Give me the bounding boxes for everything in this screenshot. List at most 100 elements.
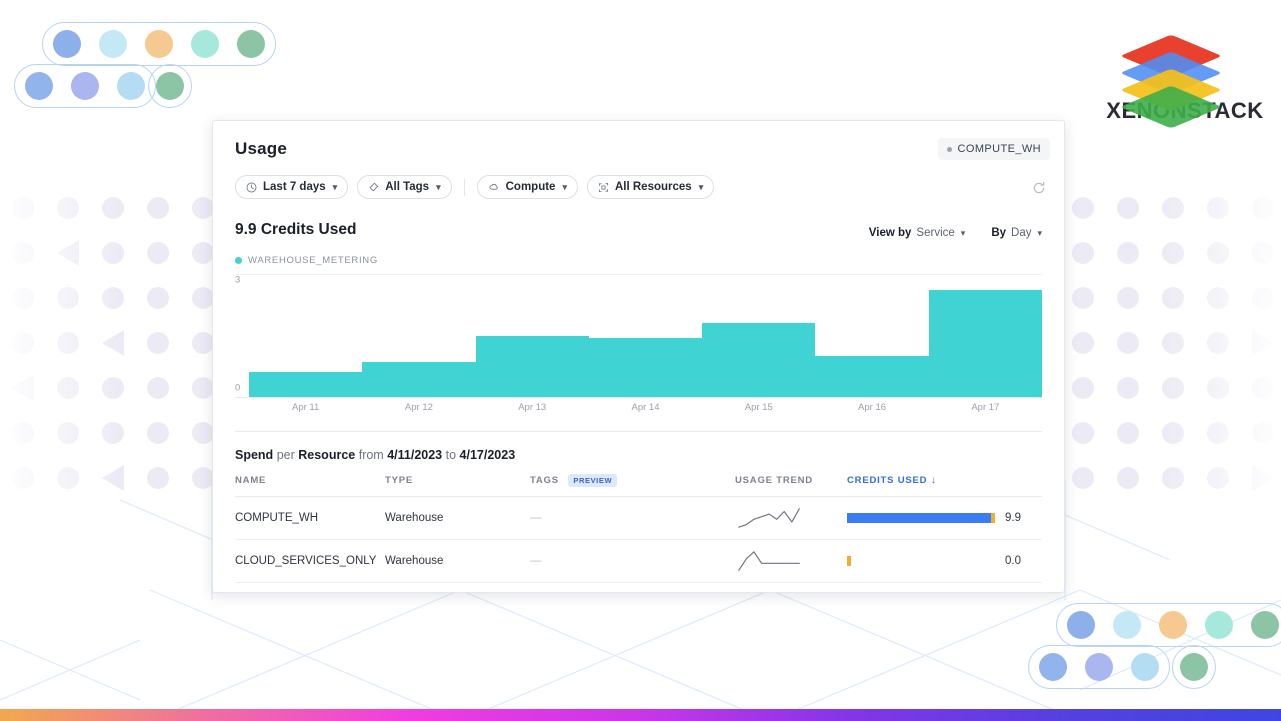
- decor-dot: [237, 30, 265, 58]
- bar-apr-14[interactable]: [589, 338, 702, 397]
- decor-dot: [12, 422, 34, 444]
- view-by-service-dropdown[interactable]: View by Service ▾: [869, 227, 966, 239]
- decor-dot: [12, 287, 34, 309]
- decor-dot: [192, 287, 214, 309]
- chevron-down-icon: ▾: [1037, 228, 1042, 239]
- decor-dot: [12, 197, 34, 219]
- bar-column[interactable]: [815, 274, 928, 397]
- chevron-down-icon: ▾: [699, 182, 704, 193]
- cell-name: CLOUD_SERVICES_ONLY: [235, 540, 385, 583]
- decor-pill-group-top-2: [14, 64, 156, 108]
- xenonstack-logo: XENONSTACK: [1100, 14, 1270, 124]
- decor-dot: [1207, 467, 1229, 489]
- resource-word: Resource: [298, 448, 355, 462]
- decor-dot: [1067, 611, 1095, 639]
- decor-dot: [1162, 287, 1184, 309]
- decor-dot: [102, 422, 124, 444]
- start-date: 4/11/2023: [387, 448, 442, 462]
- bar-apr-11[interactable]: [249, 372, 362, 397]
- bar-column[interactable]: [476, 274, 589, 397]
- decor-dot: [1072, 422, 1094, 444]
- decor-dot: [147, 422, 169, 444]
- filter-last-7-days-label: Last 7 days: [263, 181, 326, 193]
- x-axis-ticks: Apr 11Apr 12Apr 13Apr 14Apr 15Apr 16Apr …: [249, 402, 1042, 413]
- x-tick-label: Apr 15: [702, 402, 815, 413]
- cell-tags: —: [530, 497, 735, 540]
- x-tick-label: Apr 12: [362, 402, 475, 413]
- decor-triangle: [102, 465, 124, 491]
- spend-table: NAME TYPE TAGS PREVIEW USAGE TREND CREDI…: [235, 474, 1042, 583]
- decor-dot: [57, 422, 79, 444]
- table-row[interactable]: CLOUD_SERVICES_ONLYWarehouse—0.0: [235, 540, 1042, 583]
- decor-dot: [1252, 242, 1274, 264]
- decor-triangle: [102, 330, 124, 356]
- bar-apr-12[interactable]: [362, 362, 475, 397]
- decor-dot: [1162, 332, 1184, 354]
- chevron-down-icon: ▾: [562, 182, 567, 193]
- column-header-credits-used[interactable]: CREDITS USED ↓: [847, 474, 1042, 497]
- bar-apr-15[interactable]: [702, 323, 815, 397]
- decor-dot: [1131, 653, 1159, 681]
- decor-dot: [57, 467, 79, 489]
- decor-dot: [147, 377, 169, 399]
- cell-tags: —: [530, 540, 735, 583]
- group-by-day-dropdown[interactable]: By Day ▾: [991, 227, 1042, 239]
- filter-compute[interactable]: Compute ▾: [477, 175, 578, 199]
- credits-bar: [847, 513, 995, 523]
- decor-dot: [1162, 197, 1184, 219]
- card-header: Usage COMPUTE_WH Last 7 days ▾ All Tags …: [213, 121, 1064, 199]
- column-header-type[interactable]: TYPE: [385, 474, 530, 497]
- x-tick-label: Apr 17: [929, 402, 1042, 413]
- column-header-name[interactable]: NAME: [235, 474, 385, 497]
- filter-last-7-days[interactable]: Last 7 days ▾: [235, 175, 348, 199]
- chevron-down-icon: ▾: [436, 182, 441, 193]
- decor-dot: [1072, 242, 1094, 264]
- chart-header: 9.9 Credits Used View by Service ▾ By Da…: [213, 199, 1064, 239]
- credits-bar-tip: [847, 556, 851, 566]
- bar-column[interactable]: [929, 274, 1042, 397]
- cell-credits-used: 9.9: [847, 497, 1042, 540]
- bar-apr-16[interactable]: [815, 356, 928, 397]
- decor-dot: [1162, 242, 1184, 264]
- x-tick-label: Apr 14: [589, 402, 702, 413]
- decor-pill-group-bottom-2: [1028, 645, 1170, 689]
- decor-dot: [1159, 611, 1187, 639]
- sparkline-icon: [735, 550, 805, 572]
- cell-name: COMPUTE_WH: [235, 497, 385, 540]
- filter-bar: Last 7 days ▾ All Tags ▾ Compute ▾: [235, 175, 1042, 199]
- chart-legend: WAREHOUSE_METERING: [213, 239, 1064, 266]
- warehouse-badge-label: COMPUTE_WH: [958, 143, 1041, 155]
- decor-dot: [1072, 332, 1094, 354]
- column-header-usage-trend[interactable]: USAGE TREND: [735, 474, 847, 497]
- sort-descending-icon: ↓: [931, 475, 937, 486]
- refresh-icon[interactable]: [1032, 181, 1046, 199]
- from-word: from: [359, 448, 384, 462]
- table-row[interactable]: COMPUTE_WHWarehouse—9.9: [235, 497, 1042, 540]
- credits-value: 9.9: [1005, 512, 1021, 524]
- decor-dot: [147, 332, 169, 354]
- bar-column[interactable]: [362, 274, 475, 397]
- decor-dot: [192, 242, 214, 264]
- bar-apr-17[interactable]: [929, 290, 1042, 397]
- bar-apr-13[interactable]: [476, 336, 589, 398]
- decor-dot: [1252, 422, 1274, 444]
- decor-dot: [57, 197, 79, 219]
- sparkline-icon: [735, 507, 805, 529]
- decor-dot: [192, 332, 214, 354]
- warehouse-badge[interactable]: COMPUTE_WH: [938, 138, 1050, 160]
- decor-dot: [1207, 377, 1229, 399]
- x-tick-label: Apr 13: [476, 402, 589, 413]
- spend-per-resource-heading: Spend per Resource from 4/11/2023 to 4/1…: [213, 432, 1064, 462]
- column-header-tags[interactable]: TAGS PREVIEW: [530, 474, 735, 497]
- decor-dot: [1207, 197, 1229, 219]
- bar-column[interactable]: [589, 274, 702, 397]
- filter-all-tags[interactable]: All Tags ▾: [357, 175, 451, 199]
- view-by-value: Service: [916, 227, 954, 239]
- legend-label: WAREHOUSE_METERING: [248, 255, 378, 266]
- filter-all-resources-label: All Resources: [615, 181, 692, 193]
- bar-column[interactable]: [249, 274, 362, 397]
- filter-all-resources[interactable]: All Resources ▾: [587, 175, 714, 199]
- group-by-value: Day: [1011, 227, 1031, 239]
- bar-column[interactable]: [702, 274, 815, 397]
- group-by-label: By: [991, 227, 1006, 239]
